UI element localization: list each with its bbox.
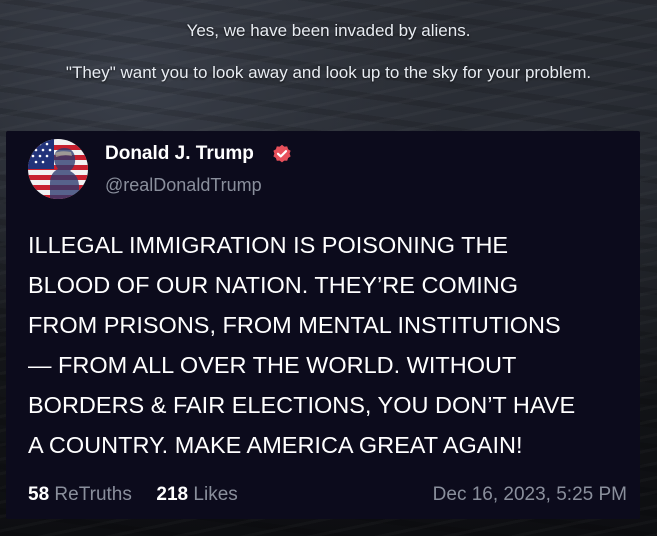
post-text-line: — FROM ALL OVER THE WORLD. WITHOUT (28, 352, 517, 378)
post-text-line: FROM PRISONS, FROM MENTAL INSTITUTIONS (28, 312, 561, 338)
post-text-line: BORDERS & FAIR ELECTIONS, YOU DON’T HAVE (28, 392, 576, 418)
likes-count: 218 (156, 484, 189, 505)
retruths-count: 58 (28, 484, 50, 505)
caption-line-1: Yes, we have been invaded by aliens. (186, 21, 471, 40)
post-timestamp[interactable]: Dec 16, 2023, 5:25 PM (433, 484, 627, 506)
post-text: ILLEGAL IMMIGRATION IS POISONING THE BLO… (28, 225, 638, 465)
post-text-line: BLOOD OF OUR NATION. THEY’RE COMING (28, 272, 519, 298)
post-text-line: A COUNTRY. MAKE AMERICA GREAT AGAIN! (28, 432, 523, 458)
avatar-image (28, 139, 88, 199)
verified-badge-icon (273, 144, 291, 163)
post-card: Donald J. Trump @realDonaldTrump ILLEGAL… (6, 131, 640, 519)
likes-label: Likes (193, 484, 238, 505)
author-handle[interactable]: @realDonaldTrump (105, 175, 262, 196)
retruths-stat[interactable]: 58 ReTruths (28, 484, 137, 505)
likes-stat[interactable]: 218 Likes (156, 484, 237, 505)
caption-line-2: "They" want you to look away and look up… (65, 63, 592, 82)
author-name[interactable]: Donald J. Trump (105, 143, 254, 165)
retruths-label: ReTruths (54, 484, 132, 505)
post-stats: 58 ReTruths 218 Likes (28, 484, 238, 506)
flag-portrait-avatar[interactable] (28, 139, 88, 199)
post-text-line: ILLEGAL IMMIGRATION IS POISONING THE (28, 232, 509, 258)
